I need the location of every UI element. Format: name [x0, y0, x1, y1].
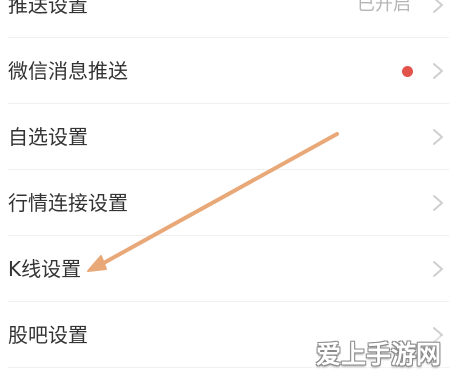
settings-row-kline[interactable]: K线设置 [0, 236, 449, 302]
chevron-right-icon [433, 63, 443, 79]
watermark: 爱上手游网 [311, 336, 445, 370]
settings-row-watchlist[interactable]: 自选设置 [0, 104, 449, 170]
settings-row-label: 微信消息推送 [8, 59, 128, 83]
push-status-text: 已开启 [357, 0, 411, 15]
settings-row-label: K线设置 [8, 257, 82, 281]
settings-list: 推送设置 已开启 微信消息推送 自选设置 行情连接设置 K线设置 股吧设置 [0, 0, 449, 368]
chevron-right-icon [433, 129, 443, 145]
chevron-right-icon [433, 261, 443, 277]
settings-row-label: 自选设置 [8, 125, 88, 149]
watermark-text: 爱上手游网 [315, 340, 441, 369]
chevron-right-icon [433, 195, 443, 211]
settings-row-wechat-push[interactable]: 微信消息推送 [0, 38, 449, 104]
chevron-right-icon [433, 0, 443, 13]
settings-row-push[interactable]: 推送设置 已开启 [0, 0, 449, 38]
settings-row-quote-connection[interactable]: 行情连接设置 [0, 170, 449, 236]
settings-row-label: 股吧设置 [8, 323, 88, 347]
settings-row-label: 推送设置 [8, 0, 88, 17]
notification-dot [402, 66, 413, 77]
settings-row-label: 行情连接设置 [8, 191, 128, 215]
